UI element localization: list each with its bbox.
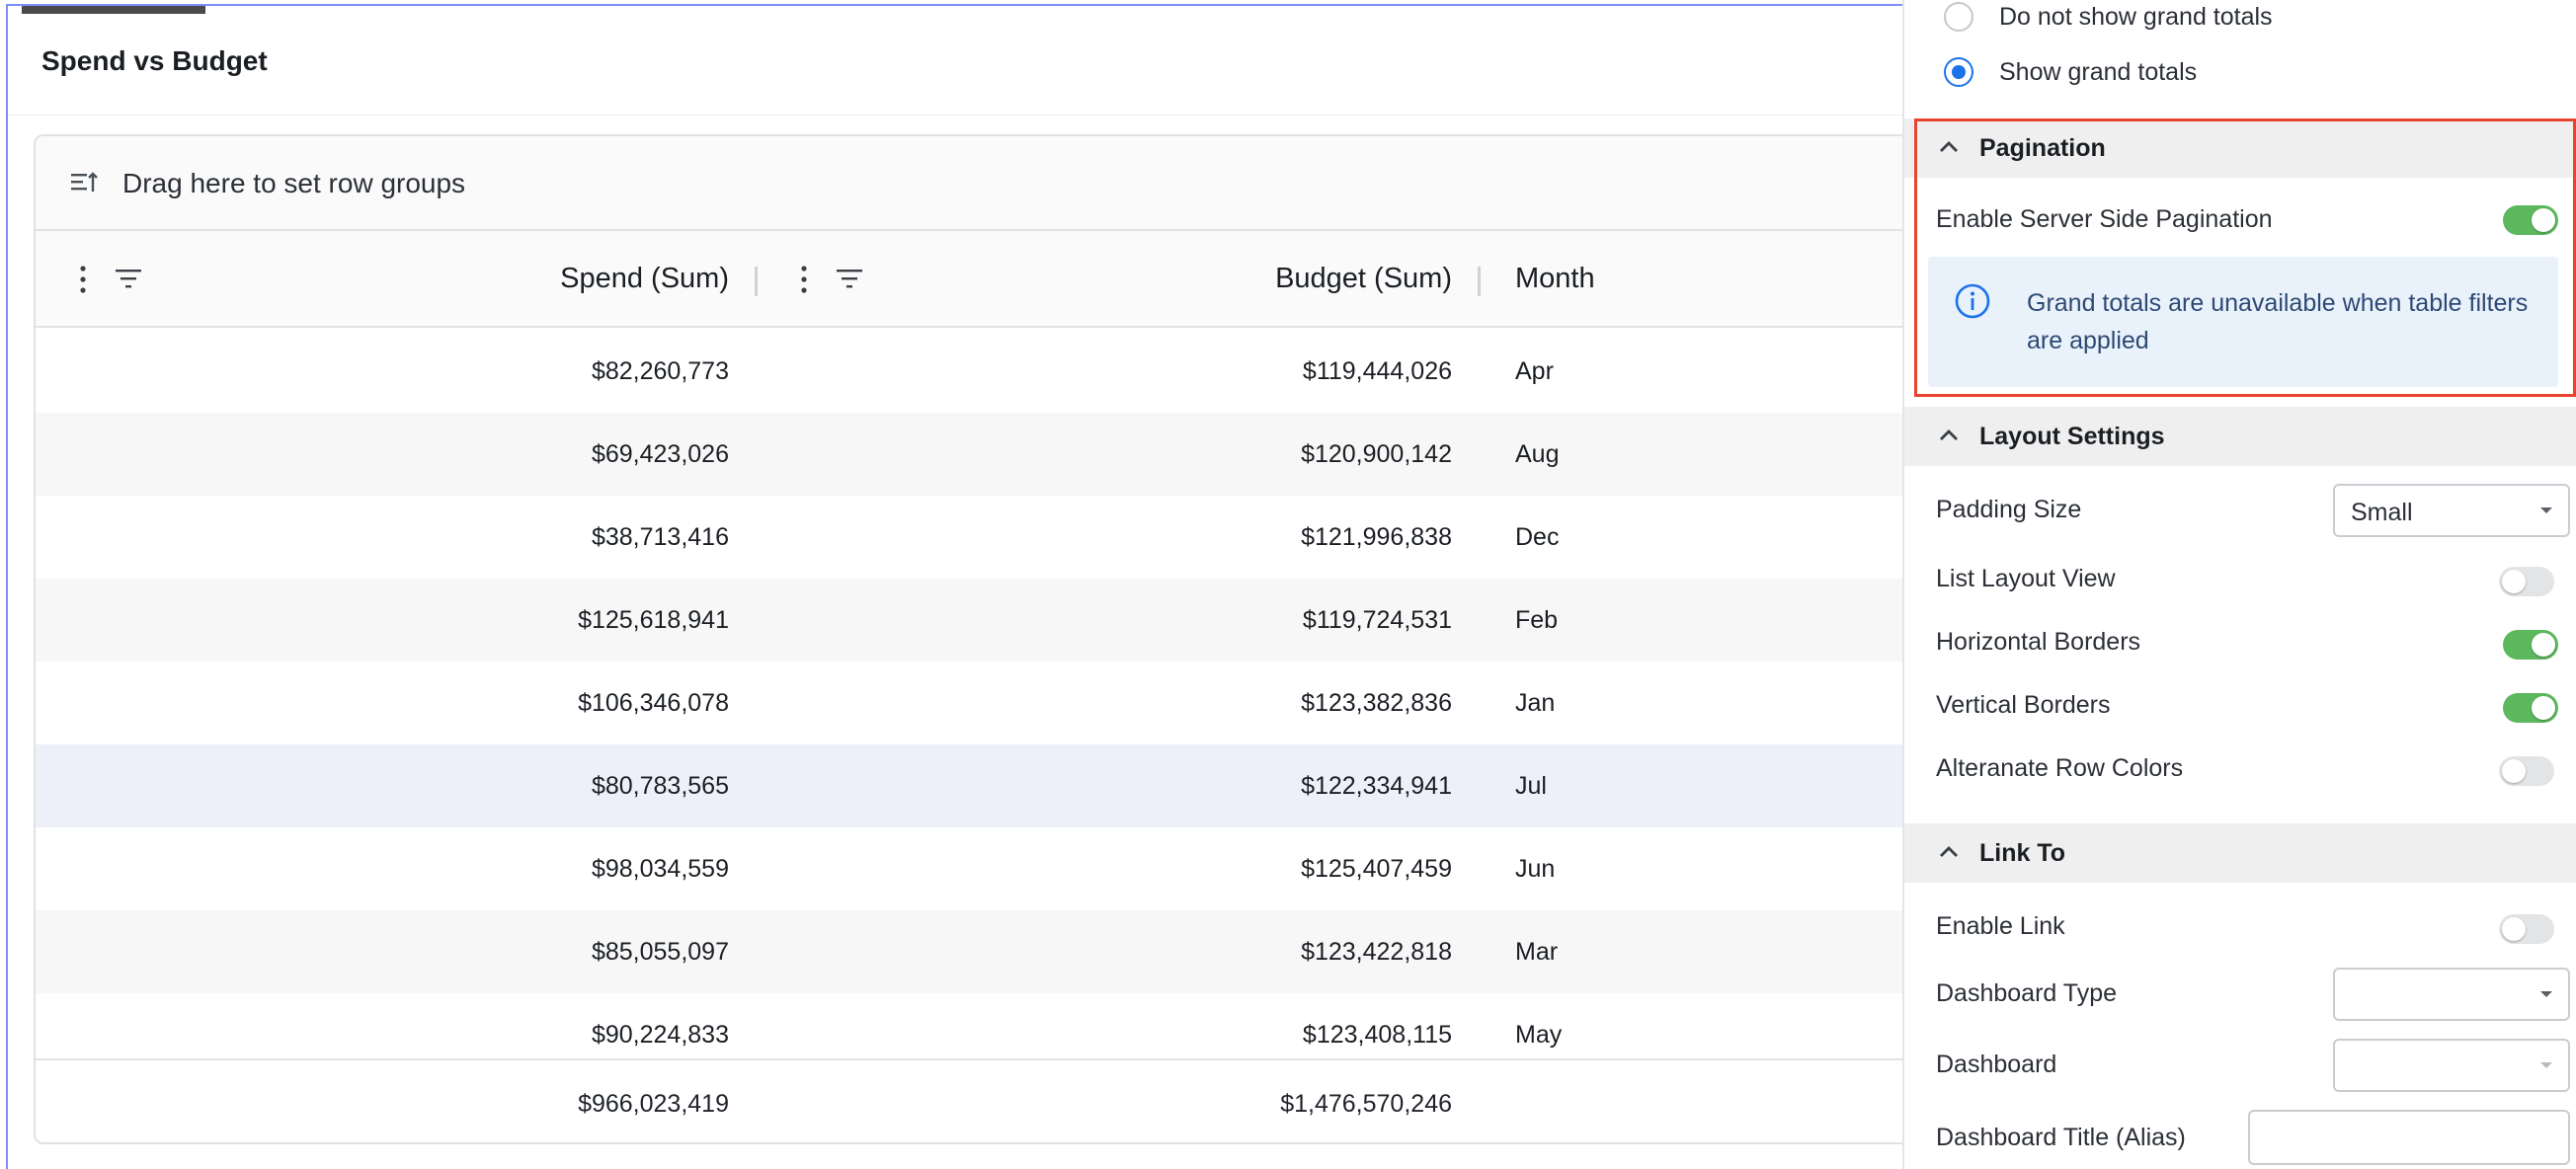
kebab-menu-icon[interactable] xyxy=(800,265,808,294)
table-row[interactable]: $125,618,941 $119,724,531 Feb xyxy=(36,579,1920,662)
cell-month: Jun xyxy=(1515,855,1556,883)
section-title: Pagination xyxy=(1979,134,2106,162)
radio-hide-grand-totals-label[interactable]: Do not show grand totals xyxy=(1999,3,2273,32)
list-layout-view-toggle[interactable] xyxy=(2499,567,2554,596)
column-header-row: Spend (Sum) Budget (Sum) Month xyxy=(36,231,1920,328)
section-header-layout-settings[interactable]: Layout Settings xyxy=(1904,407,2576,466)
cell-month: Jan xyxy=(1515,689,1556,717)
cell-spend: $85,055,097 xyxy=(591,938,729,966)
vertical-borders-toggle[interactable] xyxy=(2503,693,2558,723)
list-layout-view-label: List Layout View xyxy=(1936,565,2116,592)
dashboard-select[interactable] xyxy=(2333,1039,2570,1092)
filter-icon[interactable] xyxy=(836,267,863,290)
chevron-up-icon xyxy=(1940,846,1958,857)
chevron-up-icon xyxy=(1940,429,1958,440)
dashboard-title-alias-label: Dashboard Title (Alias) xyxy=(1936,1124,2186,1151)
radio-show-grand-totals[interactable] xyxy=(1944,57,1973,87)
table-widget: Spend vs Budget Drag here to set row gro… xyxy=(6,4,1920,1169)
divider xyxy=(8,115,1907,116)
cell-budget: $123,408,115 xyxy=(1302,1021,1452,1049)
dashboard-type-label: Dashboard Type xyxy=(1936,979,2117,1007)
radio-show-grand-totals-label[interactable]: Show grand totals xyxy=(1999,58,2197,87)
cell-spend: $82,260,773 xyxy=(591,357,729,385)
cell-budget: $122,334,941 xyxy=(1301,772,1452,800)
horizontal-borders-label: Horizontal Borders xyxy=(1936,628,2141,656)
cell-spend: $98,034,559 xyxy=(591,855,729,883)
section-header-link-to[interactable]: Link To xyxy=(1904,823,2576,883)
cell-month: Dec xyxy=(1515,523,1560,551)
server-side-pagination-label: Enable Server Side Pagination xyxy=(1936,205,2273,233)
cell-month: Apr xyxy=(1515,357,1554,385)
vertical-borders-label: Vertical Borders xyxy=(1936,691,2111,719)
cell-spend: $38,713,416 xyxy=(591,523,729,551)
table-row[interactable]: $85,055,097 $123,422,818 Mar xyxy=(36,910,1920,993)
total-spend: $966,023,419 xyxy=(578,1090,729,1118)
dropdown-caret-icon xyxy=(2540,507,2552,513)
chevron-up-icon xyxy=(1940,141,1958,152)
cell-budget: $121,996,838 xyxy=(1301,523,1452,551)
dashboard-title-alias-input[interactable] xyxy=(2248,1110,2570,1165)
padding-size-label: Padding Size xyxy=(1936,496,2082,523)
cell-spend: $90,224,833 xyxy=(591,1021,729,1049)
row-groups-icon xyxy=(71,172,98,192)
row-group-drop-zone[interactable]: Drag here to set row groups xyxy=(36,136,1920,231)
column-header-month[interactable]: Month xyxy=(1515,263,1595,295)
cell-spend: $106,346,078 xyxy=(578,689,729,717)
table-row[interactable]: $98,034,559 $125,407,459 Jun xyxy=(36,827,1920,910)
enable-link-toggle[interactable] xyxy=(2499,914,2554,944)
cell-budget: $125,407,459 xyxy=(1301,855,1452,883)
table-row[interactable]: $69,423,026 $120,900,142 Aug xyxy=(36,413,1920,496)
column-resize-handle[interactable] xyxy=(1478,267,1481,296)
widget-title: Spend vs Budget xyxy=(41,45,268,76)
alternate-row-colors-label: Alteranate Row Colors xyxy=(1936,754,2184,782)
padding-size-select[interactable]: Small xyxy=(2333,484,2570,537)
cell-month: May xyxy=(1515,1021,1563,1049)
data-grid: Drag here to set row groups Spend (Sum) … xyxy=(34,134,1920,1144)
table-row[interactable]: $90,224,833 $123,408,115 May xyxy=(36,993,1920,1058)
cell-budget: $119,724,531 xyxy=(1302,606,1452,634)
dashboard-type-select[interactable] xyxy=(2333,968,2570,1021)
alternate-row-colors-toggle[interactable] xyxy=(2499,756,2554,786)
table-row[interactable]: $82,260,773 $119,444,026 Apr xyxy=(36,330,1920,413)
cell-spend: $125,618,941 xyxy=(578,606,729,634)
dropdown-caret-icon xyxy=(2540,991,2552,997)
section-title: Link To xyxy=(1979,839,2066,867)
cell-budget: $123,382,836 xyxy=(1301,689,1452,717)
enable-link-label: Enable Link xyxy=(1936,912,2065,940)
cell-spend: $80,783,565 xyxy=(591,772,729,800)
info-text: Grand totals are unavailable when table … xyxy=(2027,289,2529,354)
column-resize-handle[interactable] xyxy=(755,267,758,296)
padding-size-value: Small xyxy=(2351,499,2413,526)
table-row[interactable]: $106,346,078 $123,382,836 Jan xyxy=(36,662,1920,744)
info-icon xyxy=(1955,283,1990,319)
filter-icon[interactable] xyxy=(115,267,142,290)
table-row-hovered[interactable]: $80,783,565 $122,334,941 Jul xyxy=(36,744,1920,827)
section-header-pagination[interactable]: Pagination xyxy=(1904,118,2576,178)
row-group-hint: Drag here to set row groups xyxy=(122,168,466,198)
cell-spend: $69,423,026 xyxy=(591,440,729,468)
cell-month: Mar xyxy=(1515,938,1559,966)
kebab-menu-icon[interactable] xyxy=(79,265,87,294)
cell-month: Feb xyxy=(1515,606,1559,634)
total-budget: $1,476,570,246 xyxy=(1280,1090,1452,1118)
settings-panel: Do not show grand totals Show grand tota… xyxy=(1902,0,2576,1169)
column-header-spend[interactable]: Spend (Sum) xyxy=(560,263,729,295)
grand-totals-row: $966,023,419 $1,476,570,246 xyxy=(36,1058,1920,1142)
table-row[interactable]: $38,713,416 $121,996,838 Dec xyxy=(36,496,1920,579)
radio-hide-grand-totals[interactable] xyxy=(1944,2,1973,32)
server-side-pagination-toggle[interactable] xyxy=(2503,205,2558,235)
column-header-budget[interactable]: Budget (Sum) xyxy=(1275,263,1452,295)
dropdown-caret-icon xyxy=(2540,1062,2552,1068)
dashboard-label: Dashboard xyxy=(1936,1051,2057,1078)
cell-budget: $123,422,818 xyxy=(1301,938,1452,966)
cell-budget: $120,900,142 xyxy=(1301,440,1452,468)
cell-budget: $119,444,026 xyxy=(1302,357,1452,385)
horizontal-borders-toggle[interactable] xyxy=(2503,630,2558,660)
section-title: Layout Settings xyxy=(1979,423,2165,450)
widget-drag-tab[interactable] xyxy=(22,6,205,14)
cell-month: Jul xyxy=(1515,772,1547,800)
info-callout: Grand totals are unavailable when table … xyxy=(1928,257,2558,387)
cell-month: Aug xyxy=(1515,440,1560,468)
